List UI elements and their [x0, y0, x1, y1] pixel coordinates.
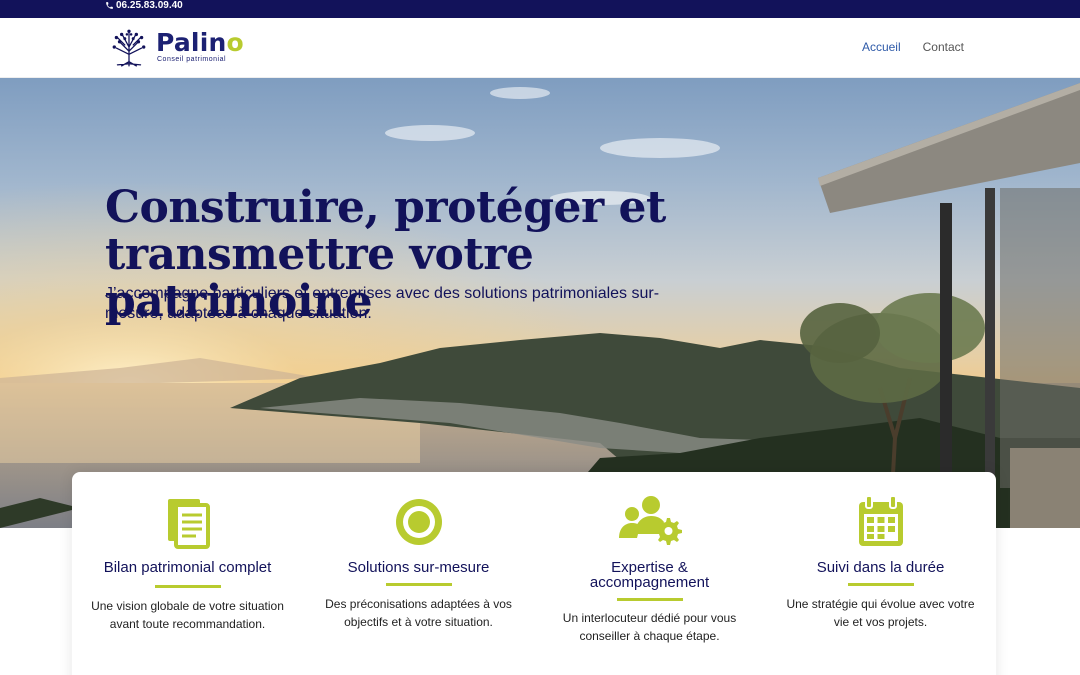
nav-item-contact[interactable]: Contact — [923, 40, 964, 54]
feature-title: Suivi dans la durée — [816, 559, 945, 576]
users-gear-icon — [618, 496, 682, 545]
logo[interactable]: Palino Conseil patrimonial — [108, 26, 244, 68]
hero-section: Construire, protéger et transmettre votr… — [0, 78, 1080, 528]
features-card: Bilan patrimonial complet Une vision glo… — [72, 472, 996, 675]
feature-title: Bilan patrimonial complet — [103, 559, 272, 576]
phone-link[interactable]: 06.25.83.09.40 — [105, 0, 183, 18]
hero-subtitle: J’accompagne particuliers et entreprises… — [105, 285, 660, 322]
feature-bilan: Bilan patrimonial complet Une vision glo… — [72, 472, 303, 675]
feature-description: Une stratégie qui évolue avec votre vie … — [786, 597, 975, 629]
site-header: Palino Conseil patrimonial Accueil Conta… — [0, 18, 1080, 78]
document-icon — [167, 499, 210, 549]
feature-title: Expertise & accompagnement — [589, 559, 710, 591]
feature-underline — [847, 583, 914, 586]
feature-description: Des préconisations adaptées à vos object… — [325, 597, 512, 629]
feature-solutions: Solutions sur-mesure Des préconisations … — [303, 472, 534, 675]
main-nav: Accueil Contact — [862, 40, 964, 54]
feature-expertise: Expertise & accompagnement Un interlocut… — [534, 472, 765, 675]
feature-suivi: Suivi dans la durée Une stratégie qui év… — [765, 472, 996, 675]
brand-tagline: Conseil patrimonial — [157, 56, 227, 63]
feature-description: Une vision globale de votre situation av… — [91, 599, 284, 631]
phone-number: 06.25.83.09.40 — [116, 0, 183, 11]
nav-item-accueil[interactable]: Accueil — [862, 40, 901, 54]
top-bar: 06.25.83.09.40 — [0, 0, 1080, 18]
phone-icon — [106, 2, 113, 9]
feature-title: Solutions sur-mesure — [347, 559, 490, 576]
feature-description: Un interlocuteur dédié pour vous conseil… — [562, 611, 737, 643]
tree-icon — [112, 29, 146, 67]
feature-underline — [385, 583, 452, 586]
target-icon — [395, 499, 442, 545]
brand-name: Palino — [156, 28, 244, 57]
calendar-icon — [858, 495, 903, 546]
feature-underline — [154, 585, 221, 588]
feature-underline — [616, 598, 683, 601]
